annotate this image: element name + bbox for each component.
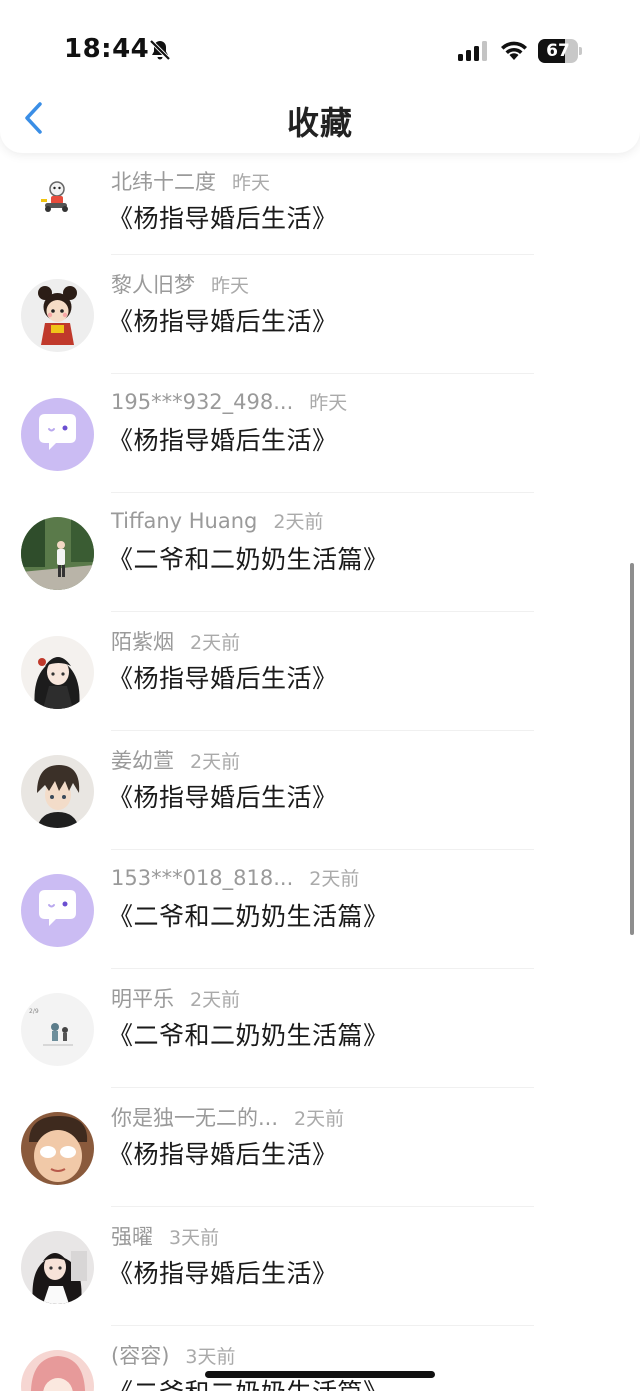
cellular-signal-icon xyxy=(458,41,487,61)
favorite-time: 2天前 xyxy=(273,511,324,533)
status-time: 18:44 xyxy=(64,34,150,64)
favorite-time: 2天前 xyxy=(294,1108,345,1130)
home-indicator[interactable] xyxy=(205,1371,435,1378)
default-chat-avatar xyxy=(21,874,94,947)
work-title: 《杨指导婚后生活》 xyxy=(108,426,338,455)
user-name: 陌紫烟 xyxy=(111,630,174,654)
sketch-avatar: 2/9 xyxy=(21,993,94,1066)
user-name: 姜幼萱 xyxy=(111,749,174,773)
favorite-row[interactable]: 2/9 明平乐 2天前 《二爷和二奶奶生活篇》 xyxy=(0,969,640,1088)
scrollbar[interactable] xyxy=(630,563,634,935)
user-name: 黎人旧梦 xyxy=(111,273,195,297)
favorite-time: 2天前 xyxy=(190,989,241,1011)
favorite-row[interactable]: (容容)3天前 《二爷和二奶奶生活篇》 xyxy=(0,1326,640,1391)
favorite-time: 昨天 xyxy=(232,172,271,194)
favorites-list: 北纬十二度 昨天 《杨指导婚后生活》 黎人旧梦 昨天 《杨指导婚后生活》 195… xyxy=(0,153,640,1391)
svg-text:2/9: 2/9 xyxy=(29,1008,39,1015)
face-photo-avatar xyxy=(21,1112,94,1185)
work-title: 《杨指导婚后生活》 xyxy=(108,1140,338,1169)
page-title: 收藏 xyxy=(286,104,353,142)
battery-level-text: 67 xyxy=(546,41,570,61)
user-name: Tiffany Huang xyxy=(111,509,258,533)
favorite-row[interactable]: Tiffany Huang 2天前 《二爷和二奶奶生活篇》 xyxy=(0,493,640,612)
user-name: 北纬十二度 xyxy=(111,170,216,194)
battery-icon: 67 xyxy=(538,39,582,63)
work-title: 《杨指导婚后生活》 xyxy=(108,307,338,336)
robot-sticker-avatar xyxy=(21,161,94,234)
app-header: 18:44 67 收藏 xyxy=(0,0,640,153)
user-name: 153***018_818... xyxy=(111,866,294,890)
user-name: 强曜 xyxy=(111,1225,153,1249)
favorite-time: 昨天 xyxy=(309,392,348,414)
pink-hair-avatar xyxy=(21,1350,94,1391)
favorite-row[interactable]: 黎人旧梦 昨天 《杨指导婚后生活》 xyxy=(0,255,640,374)
favorite-time: 3天前 xyxy=(185,1346,236,1368)
favorite-time: 昨天 xyxy=(211,275,250,297)
work-title: 《杨指导婚后生活》 xyxy=(108,664,338,693)
favorite-row[interactable]: 北纬十二度 昨天 《杨指导婚后生活》 xyxy=(0,153,640,255)
work-title: 《杨指导婚后生活》 xyxy=(108,1259,338,1288)
work-title: 《二爷和二奶奶生活篇》 xyxy=(108,545,389,574)
favorite-row[interactable]: 195***932_498... 昨天 《杨指导婚后生活》 xyxy=(0,374,640,493)
work-title: 《杨指导婚后生活》 xyxy=(108,204,338,233)
work-title: 《二爷和二奶奶生活篇》 xyxy=(108,1021,389,1050)
doll-girl-avatar xyxy=(21,279,94,352)
favorite-row[interactable]: 强曜 3天前 《杨指导婚后生活》 xyxy=(0,1207,640,1326)
anime-girl-avatar xyxy=(21,636,94,709)
default-chat-avatar xyxy=(21,398,94,471)
favorite-time: 3天前 xyxy=(169,1227,220,1249)
favorite-row[interactable]: 姜幼萱 2天前 《杨指导婚后生活》 xyxy=(0,731,640,850)
favorite-row[interactable]: 陌紫烟 2天前 《杨指导婚后生活》 xyxy=(0,612,640,731)
bell-off-icon xyxy=(149,39,171,61)
anime-boy-avatar xyxy=(21,755,94,828)
favorite-row[interactable]: 你是独一无二的... 2天前 《杨指导婚后生活》 xyxy=(0,1088,640,1207)
outdoor-photo-avatar xyxy=(21,517,94,590)
favorite-row[interactable]: 153***018_818... 2天前 《二爷和二奶奶生活篇》 xyxy=(0,850,640,969)
user-name: 195***932_498... xyxy=(111,390,294,414)
favorite-time: 2天前 xyxy=(309,868,360,890)
favorite-time: 2天前 xyxy=(190,751,241,773)
user-name: 明平乐 xyxy=(111,987,174,1011)
girl-photo-avatar xyxy=(21,1231,94,1304)
wifi-icon xyxy=(501,41,527,60)
user-name: 你是独一无二的... xyxy=(111,1106,279,1130)
user-name: (容容) xyxy=(111,1344,170,1368)
favorite-time: 2天前 xyxy=(190,632,241,654)
work-title: 《二爷和二奶奶生活篇》 xyxy=(108,902,389,931)
work-title: 《杨指导婚后生活》 xyxy=(108,783,338,812)
